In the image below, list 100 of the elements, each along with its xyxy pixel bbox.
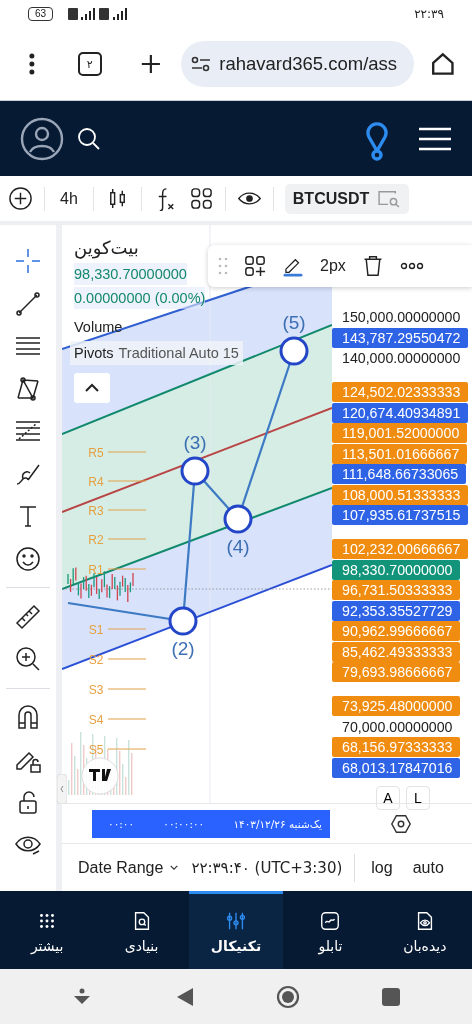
price-tag: 68,013.17847016	[332, 757, 461, 778]
search-icon[interactable]	[76, 125, 102, 152]
date-range-dropdown[interactable]: Date Range	[78, 858, 180, 877]
pattern-point[interactable]	[168, 606, 198, 636]
price-tag: 92,353.35527729	[332, 600, 461, 621]
chart-frame-icon[interactable]	[319, 909, 342, 932]
drag-handle-icon[interactable]	[218, 256, 228, 276]
price-tag: 98,330.70000000	[332, 559, 461, 580]
price-tag: 108,000.51333333	[332, 484, 469, 505]
price-tag: 113,501.01666667	[332, 443, 468, 464]
new-tab-icon[interactable]	[139, 53, 162, 75]
pivot-label: R1	[88, 563, 104, 577]
price-tag: 102,232.00666667	[332, 539, 469, 559]
emoji-tool-icon[interactable]	[14, 544, 42, 573]
pivot-line	[107, 568, 147, 570]
price-tag: 90,962.99666667	[332, 621, 461, 641]
pivot-line	[107, 628, 147, 630]
symbol-title: بیت‌کوین	[74, 236, 139, 261]
nav-tab[interactable]: تابلو	[283, 891, 378, 969]
candles-drawing	[67, 566, 134, 603]
point-label: (5)	[282, 312, 306, 333]
indicator-legend[interactable]: Pivots Traditional Auto 15	[70, 341, 243, 365]
trendline-tool-icon[interactable]	[14, 289, 42, 318]
price-tag: 73,925.48000000	[332, 696, 461, 716]
time-text: یک‌شنبه ۱۴۰۳/۱۲/۲۶	[233, 817, 322, 830]
nav-tab[interactable]: دیده‌بان	[377, 891, 472, 969]
price-scale-label: 150,000.00000000	[341, 308, 462, 327]
point-label: (3)	[183, 432, 207, 453]
price-scale-label: 140,000.00000000	[341, 349, 462, 368]
time-text: ۰۰:۰۰	[108, 817, 135, 830]
clock-time: ۲۲:۳۹	[414, 7, 444, 21]
add-icon[interactable]	[8, 186, 33, 211]
pivot-label: R3	[88, 504, 104, 518]
point-label: (2)	[171, 638, 195, 659]
pattern-point[interactable]	[223, 504, 253, 534]
pivot-label: S3	[88, 683, 104, 697]
pivot-line	[107, 748, 147, 750]
profile-icon[interactable]	[20, 116, 64, 161]
timezone-clock[interactable]: ۲۲:۳۹:۴۰ (UTC+3:30)	[191, 858, 343, 877]
crosshair-tool-icon[interactable]	[14, 247, 42, 275]
collapse-button[interactable]	[74, 373, 110, 403]
pivot-line	[107, 480, 147, 482]
battery-icon: 63	[28, 7, 54, 21]
pivot-line	[107, 658, 147, 660]
zoom-tool-icon[interactable]	[14, 645, 42, 673]
pivot-line	[107, 451, 147, 453]
pivot-label: R2	[88, 533, 104, 547]
price-tag: 119,001.52000000	[332, 423, 468, 443]
nav-tab[interactable]: تکنیکال	[188, 891, 284, 969]
nav-tab[interactable]: بیشتر	[0, 891, 95, 969]
settings-icon[interactable]	[390, 812, 412, 835]
ruler-tool-icon[interactable]	[14, 602, 42, 631]
pivot-line	[107, 688, 147, 690]
caret-icon[interactable]	[169, 864, 180, 872]
more-icon[interactable]	[399, 262, 424, 270]
site-settings-icon[interactable]	[191, 56, 212, 72]
price-tag: 143,787.29550472	[332, 327, 469, 348]
price-tag: 68,156.97333333	[332, 737, 461, 757]
log-scale-button[interactable]: log	[367, 858, 397, 877]
point-label: (4)	[226, 536, 250, 557]
auto-scale-button[interactable]: auto	[408, 858, 448, 877]
price-tag: 111,648.66733065	[332, 464, 467, 484]
pattern-point[interactable]	[180, 456, 210, 486]
time-text: ۰۰:۰۰:۰۰	[163, 817, 205, 830]
pivot-line	[107, 509, 147, 511]
pivot-label: S5	[88, 743, 104, 757]
watermark-logo-icon	[81, 757, 119, 795]
menu-icon[interactable]	[418, 125, 452, 152]
pivot-label: R4	[88, 475, 104, 489]
layout-icon[interactable]	[188, 186, 214, 211]
pivot-line	[107, 718, 147, 720]
home-button-icon[interactable]	[275, 984, 300, 1009]
tab-count-button[interactable]: ۲	[77, 52, 102, 76]
pivot-line	[107, 538, 147, 540]
scale-toggle-button[interactable]: A	[376, 785, 400, 810]
url-field[interactable]: rahavard365.com/ass	[181, 41, 415, 87]
nav-tab[interactable]: بنیادی	[94, 891, 189, 969]
price-tag: 120,674.40934891	[332, 402, 469, 423]
add-template-icon[interactable]	[244, 255, 266, 277]
collapse-handle[interactable]	[57, 774, 67, 804]
home-icon[interactable]	[430, 51, 456, 77]
price-tag: 79,693.98666667	[332, 662, 461, 682]
price-scale-label: 70,000.00000000	[341, 717, 454, 737]
interval-button[interactable]: 4h	[56, 189, 82, 208]
price-tag: 85,462.49333333	[332, 641, 461, 662]
pattern-tool-icon[interactable]	[14, 374, 42, 403]
price-tag: 96,731.50333333	[332, 580, 461, 600]
volume-label: Volume	[74, 318, 123, 337]
price-text: 98,330.70000000	[74, 263, 187, 285]
pivot-label: S2	[88, 653, 104, 667]
change-text: 0.00000000 (0.00%)	[74, 287, 206, 309]
pattern-point[interactable]	[279, 336, 309, 366]
pivot-label: R5	[88, 446, 104, 460]
line-width-button[interactable]: 2px	[320, 257, 346, 275]
symbol-search-button[interactable]: BTCUSDT	[284, 183, 410, 214]
pivot-label: S1	[88, 623, 104, 637]
price-tag: 107,935.61737515	[332, 505, 469, 525]
pivot-label: S4	[88, 713, 104, 727]
price-tag: 124,502.02333333	[332, 382, 469, 402]
scale-toggle-button[interactable]: L	[406, 785, 430, 810]
